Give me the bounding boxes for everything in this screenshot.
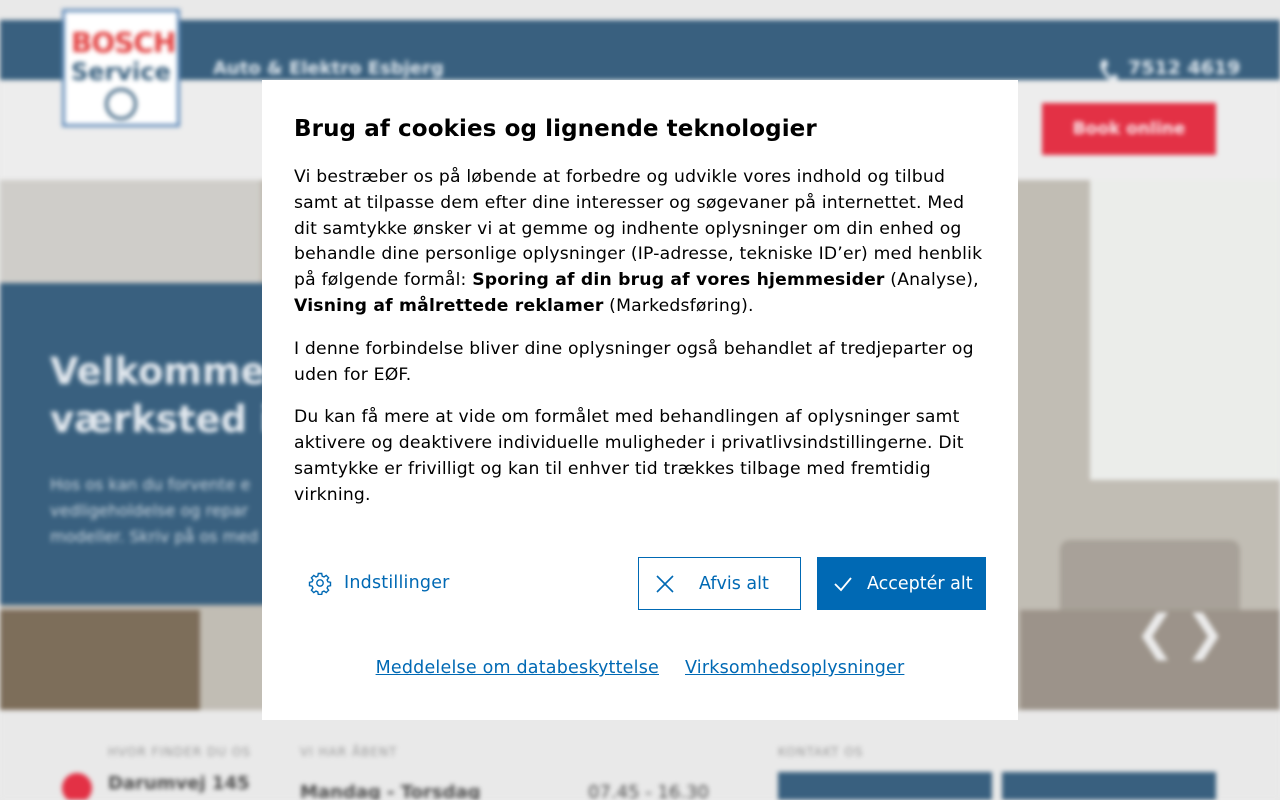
- purpose-marketing: Visning af målrettede reklamer: [294, 295, 604, 316]
- more-info-paragraph: Du kan få mere at vide om formålet med b…: [294, 407, 964, 505]
- consent-text: (Analyse),: [884, 270, 979, 291]
- gear-icon: [308, 572, 332, 595]
- consent-text: (Markedsføring).: [603, 295, 754, 316]
- settings-label: Indstillinger: [344, 573, 450, 593]
- accept-label: Acceptér alt: [867, 573, 973, 594]
- company-info-link[interactable]: Virksomhedsoplysninger: [685, 658, 904, 678]
- privacy-notice-link[interactable]: Meddelelse om databeskyttelse: [376, 658, 659, 678]
- close-icon: [656, 574, 674, 593]
- dialog-title: Brug af cookies og lignende teknologier: [294, 116, 817, 142]
- third-party-paragraph: I denne forbindelse bliver dine oplysnin…: [294, 338, 974, 385]
- reject-all-button[interactable]: Afvis alt: [638, 557, 801, 610]
- dialog-links: Meddelelse om databeskyttelse Virksomhed…: [262, 658, 1018, 678]
- dialog-body: Vi bestræber os på løbende at forbedre o…: [294, 165, 988, 526]
- consent-paragraph: Vi bestræber os på løbende at forbedre o…: [294, 165, 988, 320]
- purpose-analysis: Sporing af din brug af vores hjemmesider: [472, 270, 885, 291]
- checkmark-icon: [834, 576, 852, 591]
- settings-button[interactable]: Indstillinger: [308, 557, 450, 609]
- accept-all-button[interactable]: Acceptér alt: [817, 557, 986, 610]
- reject-label: Afvis alt: [699, 573, 769, 594]
- cookie-consent-dialog: Brug af cookies og lignende teknologier …: [262, 80, 1018, 720]
